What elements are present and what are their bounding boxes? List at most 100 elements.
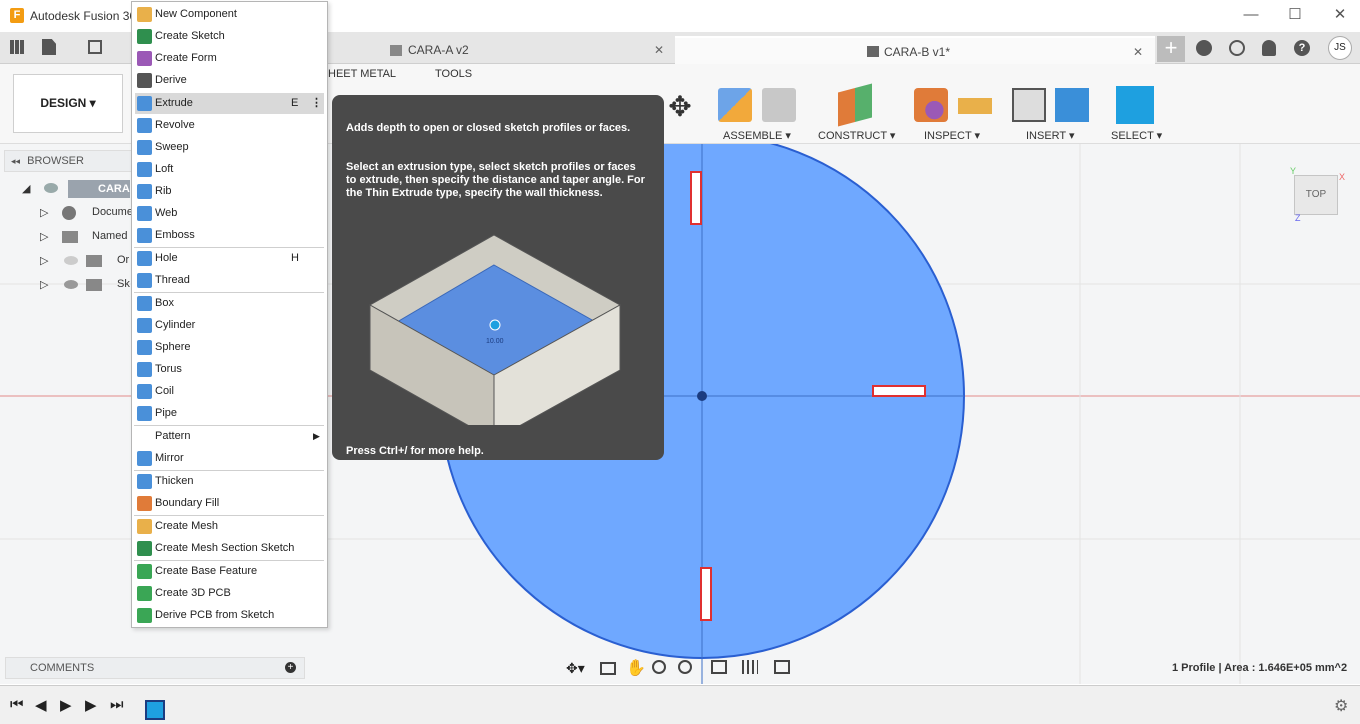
display-settings-icon[interactable] (711, 660, 727, 674)
menu-item-label: Create Form (155, 52, 217, 64)
browser-item-origin[interactable]: ▷ Or (40, 254, 130, 270)
menu-item-coil[interactable]: Coil (135, 381, 324, 402)
hidden-eye-icon[interactable] (64, 256, 78, 265)
timeline-sketch-feature[interactable] (145, 700, 165, 720)
menu-item-derive[interactable]: Derive (135, 70, 324, 91)
visibility-eye-icon[interactable] (44, 183, 58, 193)
go-to-end-icon[interactable]: ⏭ (110, 696, 124, 713)
joint-icon[interactable] (762, 88, 796, 122)
menu-item-extrude[interactable]: Extrude E ⋮ (135, 93, 324, 114)
menu-item-web[interactable]: Web (135, 203, 324, 224)
menu-item-sweep[interactable]: Sweep (135, 137, 324, 158)
menu-item-create-3d-pcb[interactable]: Create 3D PCB (135, 583, 324, 604)
insert-image-icon[interactable] (1055, 88, 1089, 122)
menu-item-pipe[interactable]: Pipe (135, 403, 324, 424)
assemble-menu[interactable]: ASSEMBLE ▾ (723, 129, 791, 142)
menu-item-create-mesh[interactable]: Create Mesh (135, 516, 324, 537)
step-forward-icon[interactable]: ▶ (85, 696, 97, 714)
menu-item-create-base-feature[interactable]: Create Base Feature (135, 561, 324, 582)
go-to-start-icon[interactable]: ⏮ (10, 696, 24, 713)
browser-item-document-settings[interactable]: ▷ Docume (40, 206, 133, 222)
menu-item-label: Torus (155, 363, 182, 375)
job-status-icon[interactable] (1196, 40, 1212, 56)
new-tab-button[interactable]: + (1157, 36, 1185, 62)
visibility-eye-icon[interactable] (64, 280, 78, 289)
move-icon[interactable]: ✥ (665, 92, 695, 122)
collapse-icon[interactable]: ◂◂ (11, 156, 20, 166)
file-menu-icon[interactable] (42, 39, 56, 55)
tab-close-icon[interactable]: ✕ (654, 36, 664, 64)
browser-item-sketches[interactable]: ▷ Sk (40, 278, 130, 294)
inspect-icon[interactable] (914, 88, 948, 122)
assemble-icon[interactable] (718, 88, 752, 122)
step-back-icon[interactable]: ◀ (35, 696, 47, 714)
tab-close-icon[interactable]: ✕ (1133, 38, 1143, 66)
add-comment-icon[interactable]: + (285, 662, 296, 673)
menu-item-thread[interactable]: Thread (135, 270, 324, 291)
measure-icon[interactable] (958, 98, 992, 114)
construct-menu[interactable]: CONSTRUCT ▾ (818, 129, 895, 142)
menu-item-pattern[interactable]: Pattern ▶ (135, 426, 324, 447)
fit-icon[interactable] (678, 660, 692, 674)
workspace-switcher[interactable]: DESIGN ▾ (13, 74, 123, 133)
menu-item-label: Mirror (155, 452, 184, 464)
menu-item-box[interactable]: Box (135, 293, 324, 314)
maximize-button[interactable]: ☐ (1285, 6, 1305, 26)
tab-cara-b[interactable]: CARA-B v1* ✕ (675, 36, 1155, 64)
insert-icon[interactable] (1012, 88, 1046, 122)
select-icon[interactable] (1116, 86, 1154, 124)
viewcube[interactable]: TOP (1294, 175, 1338, 215)
browser-item-named-views[interactable]: ▷ Named (40, 230, 130, 246)
menu-item-revolve[interactable]: Revolve (135, 115, 324, 136)
tab-sheet-metal[interactable]: HEET METAL (328, 68, 396, 80)
minimize-button[interactable]: — (1241, 6, 1261, 26)
menu-item-create-form[interactable]: Create Form (135, 48, 324, 69)
menu-item-create-mesh-section-sketch[interactable]: Create Mesh Section Sketch (135, 538, 324, 559)
menu-item-hole[interactable]: Hole H (135, 248, 324, 269)
notifications-icon[interactable] (1262, 40, 1276, 56)
hole-icon (137, 251, 152, 266)
menu-item-label: Sweep (155, 141, 189, 153)
menu-item-label: Revolve (155, 119, 195, 131)
tab-cara-a[interactable]: CARA-A v2 ✕ (330, 36, 675, 64)
browser-root-node[interactable]: ◢ CARA (20, 180, 130, 198)
viewports-icon[interactable] (774, 660, 790, 674)
menu-item-new-component[interactable]: New Component (135, 4, 324, 25)
data-panel-grid-icon[interactable] (10, 40, 24, 54)
menu-item-sphere[interactable]: Sphere (135, 337, 324, 358)
menu-item-boundary-fill[interactable]: Boundary Fill (135, 493, 324, 514)
menu-item-label: Loft (155, 163, 174, 175)
menu-item-thicken[interactable]: Thicken (135, 471, 324, 492)
more-options-icon[interactable]: ⋮ (311, 93, 322, 114)
pan-hand-icon[interactable]: ✋ (626, 658, 646, 678)
inspect-menu[interactable]: INSPECT ▾ (924, 129, 980, 142)
timeline-settings-gear-icon[interactable]: ⚙ (1334, 696, 1348, 716)
select-menu[interactable]: SELECT ▾ (1111, 129, 1162, 142)
zoom-icon[interactable] (652, 660, 666, 674)
menu-item-emboss[interactable]: Emboss (135, 225, 324, 246)
comments-panel-header[interactable]: COMMENTS + (5, 657, 305, 679)
extrude-illustration: 10.00 (368, 234, 622, 425)
menu-item-label: Create Mesh (155, 520, 218, 532)
help-icon[interactable]: ? (1294, 40, 1310, 56)
grid-snaps-icon[interactable] (742, 660, 758, 674)
extrude-tooltip: Adds depth to open or closed sketch prof… (332, 95, 664, 460)
user-avatar[interactable]: JS (1328, 36, 1352, 60)
menu-item-cylinder[interactable]: Cylinder (135, 315, 324, 336)
save-icon[interactable] (88, 40, 102, 54)
menu-item-loft[interactable]: Loft (135, 159, 324, 180)
menu-item-torus[interactable]: Torus (135, 359, 324, 380)
create-sketch-icon (137, 29, 152, 44)
menu-item-mirror[interactable]: Mirror (135, 448, 324, 469)
menu-item-create-sketch[interactable]: Create Sketch (135, 26, 324, 47)
app-title: Autodesk Fusion 36 (30, 9, 137, 23)
orbit-icon[interactable]: ✥▾ (566, 660, 585, 677)
look-at-icon[interactable] (600, 662, 616, 675)
clock-icon[interactable] (1229, 40, 1245, 56)
tab-tools[interactable]: TOOLS (435, 68, 472, 80)
menu-item-derive-pcb-from-sketch[interactable]: Derive PCB from Sketch (135, 605, 324, 626)
close-window-button[interactable]: ✕ (1330, 6, 1350, 26)
menu-item-rib[interactable]: Rib (135, 181, 324, 202)
insert-menu[interactable]: INSERT ▾ (1026, 129, 1075, 142)
play-icon[interactable]: ▶ (60, 696, 72, 714)
